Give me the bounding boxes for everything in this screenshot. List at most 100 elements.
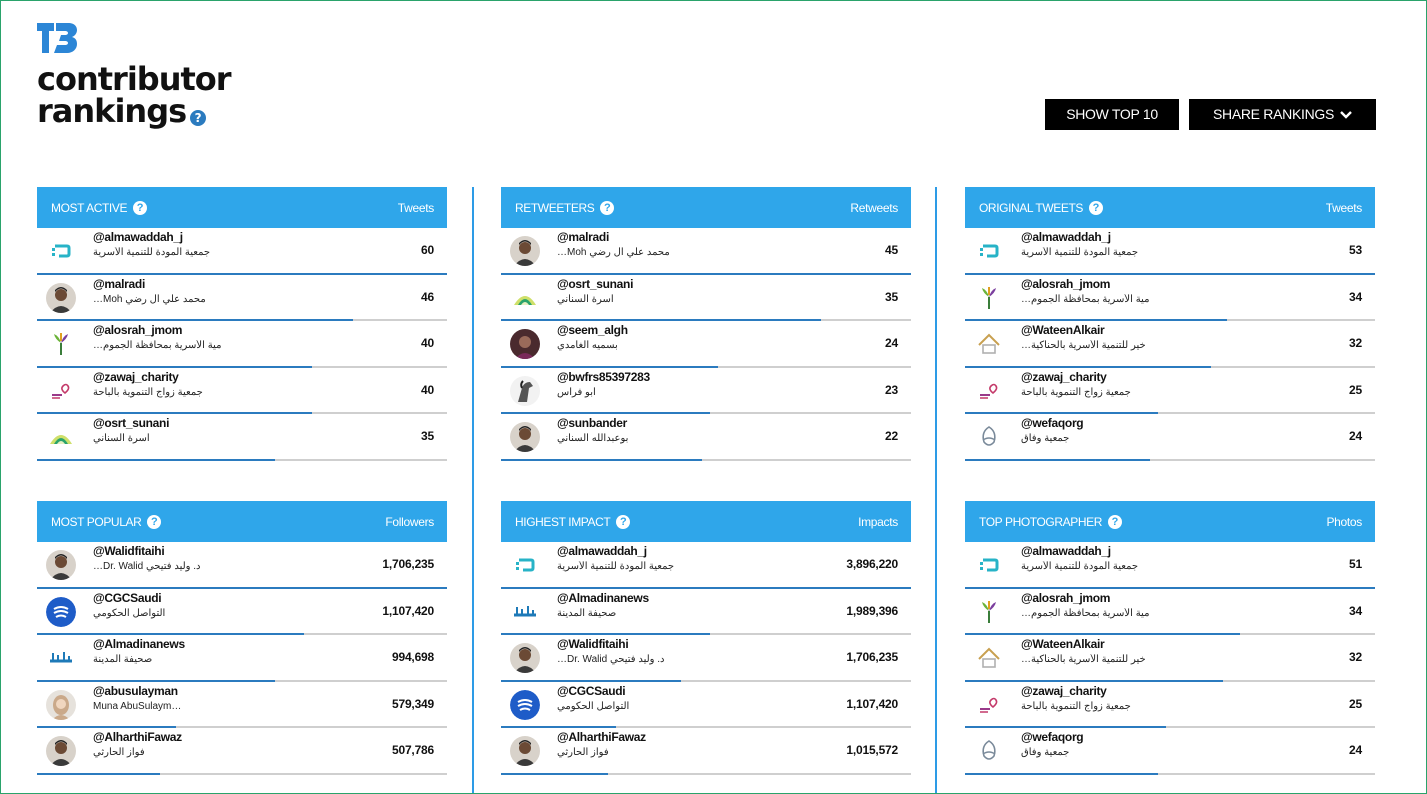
user-handle[interactable]: @osrt_sunani xyxy=(93,416,169,430)
user-display-name: بوعبدالله السناني xyxy=(557,433,629,444)
madina-logo-icon xyxy=(510,596,540,627)
show-top-10-button[interactable]: SHOW TOP 10 xyxy=(1045,99,1179,130)
title-line-2: rankings xyxy=(37,92,187,130)
user-handle[interactable]: @seem_algh xyxy=(557,323,628,337)
metric-value: 507,786 xyxy=(392,743,434,757)
cgc-logo-icon xyxy=(510,689,540,720)
help-icon[interactable]: ? xyxy=(190,110,207,126)
ranking-row[interactable]: @wefaqorg جمعية وفاق 24 xyxy=(965,414,1375,461)
user-handle[interactable]: @WateenAlkair xyxy=(1021,323,1105,337)
ranking-row[interactable]: @malradi …Moh محمد علي ال رضي 45 xyxy=(501,228,911,275)
user-handle[interactable]: @AlharthiFawaz xyxy=(93,730,182,744)
user-handle[interactable]: @malradi xyxy=(557,230,609,244)
score-bar-track xyxy=(501,772,911,775)
panel-metric-label: Retweets xyxy=(850,200,898,215)
photo-person-icon xyxy=(510,329,540,359)
ranking-row[interactable]: @osrt_sunani أسرة السناني 35 xyxy=(37,414,447,461)
user-handle[interactable]: @alosrah_jmom xyxy=(1021,277,1110,291)
metric-value: 53 xyxy=(1349,243,1362,257)
ranking-row[interactable]: @abusulayman Muna AbuSulaym… 579,349 xyxy=(37,682,447,728)
ranking-row[interactable]: @zawaj_charity جمعية زواج التنموية بالباح… xyxy=(965,368,1375,414)
ranking-row[interactable]: @Walidfitaihi …Dr. Walid د. وليد فتيحي 1,7… xyxy=(37,542,447,589)
ranking-row[interactable]: @malradi …Moh محمد علي ال رضي 46 xyxy=(37,275,447,321)
user-handle[interactable]: @wefaqorg xyxy=(1021,416,1084,430)
user-handle[interactable]: @almawaddah_j xyxy=(93,230,183,244)
user-handle[interactable]: @almawaddah_j xyxy=(557,544,647,558)
ranking-row[interactable]: @zawaj_charity جمعية زواج التنموية بالباح… xyxy=(37,368,447,414)
help-icon[interactable]: ? xyxy=(616,514,631,529)
ranking-panel: RETWEETERS? Retweets @malradi …Moh محمد علي… xyxy=(501,187,911,461)
ranking-row[interactable]: @AlharthiFawaz فواز الحارثي 1,015,572 xyxy=(501,728,911,775)
ranking-row[interactable]: @almawaddah_j جمعية المودة للتنمية الأسري… xyxy=(965,228,1375,275)
help-icon[interactable]: ? xyxy=(1107,514,1122,529)
ranking-row[interactable]: @bwfrs85397283 أبو فراس 23 xyxy=(501,368,911,414)
user-handle[interactable]: @zawaj_charity xyxy=(93,370,179,384)
ranking-row[interactable]: @WateenAlkair …خير للتنمية الأسرية بالحنا… xyxy=(965,321,1375,368)
user-display-name: …Dr. Walid د. وليد فتيحي xyxy=(93,561,201,572)
ranking-row[interactable]: @sunbander بوعبدالله السناني 22 xyxy=(501,414,911,461)
page-title: contributor rankings? xyxy=(37,63,232,130)
ranking-row[interactable]: @Walidfitaihi …Dr. Walid د. وليد فتيحي 1,7… xyxy=(501,635,911,682)
madina-logo-icon xyxy=(46,643,76,673)
wefaq-logo-icon xyxy=(974,736,1004,766)
user-handle[interactable]: @zawaj_charity xyxy=(1021,684,1107,698)
help-icon[interactable]: ? xyxy=(1089,200,1104,215)
user-handle[interactable]: @wefaqorg xyxy=(1021,730,1084,744)
user-handle[interactable]: @abusulayman xyxy=(93,684,178,698)
panel-title: MOST POPULAR? xyxy=(51,514,162,529)
metric-value: 1,107,420 xyxy=(846,696,898,711)
share-rankings-button[interactable]: SHARE RANKINGS xyxy=(1189,99,1376,130)
ranking-row[interactable]: @almawaddah_j جمعية المودة للتنمية الأسري… xyxy=(501,542,911,589)
zawaj-logo-icon xyxy=(46,375,76,406)
user-handle[interactable]: @Walidfitaihi xyxy=(557,637,629,651)
ranking-row[interactable]: @seem_algh بسميه الغامدي 24 xyxy=(501,321,911,368)
ranking-row[interactable]: @Almadinanews صحيفة المدينة 1,989,396 xyxy=(501,589,911,635)
ranking-row[interactable]: @almawaddah_j جمعية المودة للتنمية الأسري… xyxy=(965,542,1375,589)
user-handle[interactable]: @osrt_sunani xyxy=(557,277,633,291)
user-handle[interactable]: @Almadinanews xyxy=(557,591,649,605)
user-handle[interactable]: @alosrah_jmom xyxy=(93,323,182,337)
photo-woman-icon xyxy=(46,689,76,720)
user-handle[interactable]: @CGCSaudi xyxy=(93,591,162,605)
ranking-row[interactable]: @alosrah_jmom …مية الأسرية بمحافظة الجموم… xyxy=(965,275,1375,321)
wateen-logo-icon xyxy=(974,643,1004,673)
user-handle[interactable]: @alosrah_jmom xyxy=(1021,591,1110,605)
sunani-logo-icon xyxy=(46,422,76,452)
ranking-row[interactable]: @CGCSaudi التواصل الحكومي 1,107,420 xyxy=(501,682,911,728)
metric-value: 1,107,420 xyxy=(382,603,434,618)
ranking-row[interactable]: @wefaqorg جمعية وفاق 24 xyxy=(965,728,1375,775)
panel-title: MOST ACTIVE? xyxy=(51,200,148,215)
photo-man-icon xyxy=(510,736,540,766)
user-display-name: التواصل الحكومي xyxy=(557,700,630,712)
user-handle[interactable]: @Almadinanews xyxy=(93,637,185,651)
user-handle[interactable]: @bwfrs85397283 xyxy=(557,370,650,384)
user-display-name: جمعية وفاق xyxy=(1021,433,1070,444)
horse-icon xyxy=(510,375,540,406)
ranking-row[interactable]: @almawaddah_j جمعية المودة للتنمية الأسري… xyxy=(37,228,447,275)
metric-value: 45 xyxy=(885,243,898,257)
ranking-row[interactable]: @WateenAlkair …خير للتنمية الأسرية بالحنا… xyxy=(965,635,1375,682)
help-icon[interactable]: ? xyxy=(147,514,162,529)
user-handle[interactable]: @sunbander xyxy=(557,416,627,430)
ranking-row[interactable]: @AlharthiFawaz فواز الحارثي 507,786 xyxy=(37,728,447,775)
user-handle[interactable]: @almawaddah_j xyxy=(1021,544,1111,558)
user-handle[interactable]: @WateenAlkair xyxy=(1021,637,1105,651)
user-handle[interactable]: @malradi xyxy=(93,277,145,291)
user-handle[interactable]: @zawaj_charity xyxy=(1021,370,1107,384)
user-handle[interactable]: @CGCSaudi xyxy=(557,684,626,698)
score-bar-track xyxy=(965,458,1375,461)
user-display-name: …مية الأسرية بمحافظة الجموم xyxy=(93,340,222,351)
ranking-row[interactable]: @osrt_sunani أسرة السناني 35 xyxy=(501,275,911,321)
ranking-row[interactable]: @zawaj_charity جمعية زواج التنموية بالباح… xyxy=(965,682,1375,728)
panel-title: HIGHEST IMPACT? xyxy=(515,514,631,529)
user-handle[interactable]: @Walidfitaihi xyxy=(93,544,165,558)
user-handle[interactable]: @AlharthiFawaz xyxy=(557,730,646,744)
ranking-row[interactable]: @alosrah_jmom …مية الأسرية بمحافظة الجموم… xyxy=(965,589,1375,635)
ranking-row[interactable]: @Almadinanews صحيفة المدينة 994,698 xyxy=(37,635,447,682)
user-handle[interactable]: @almawaddah_j xyxy=(1021,230,1111,244)
ranking-row[interactable]: @CGCSaudi التواصل الحكومي 1,107,420 xyxy=(37,589,447,635)
help-icon[interactable]: ? xyxy=(600,200,615,215)
ranking-row[interactable]: @alosrah_jmom …مية الأسرية بمحافظة الجموم… xyxy=(37,321,447,368)
help-icon[interactable]: ? xyxy=(133,200,148,215)
panel-header: ORIGINAL TWEETS? Tweets xyxy=(965,187,1375,228)
